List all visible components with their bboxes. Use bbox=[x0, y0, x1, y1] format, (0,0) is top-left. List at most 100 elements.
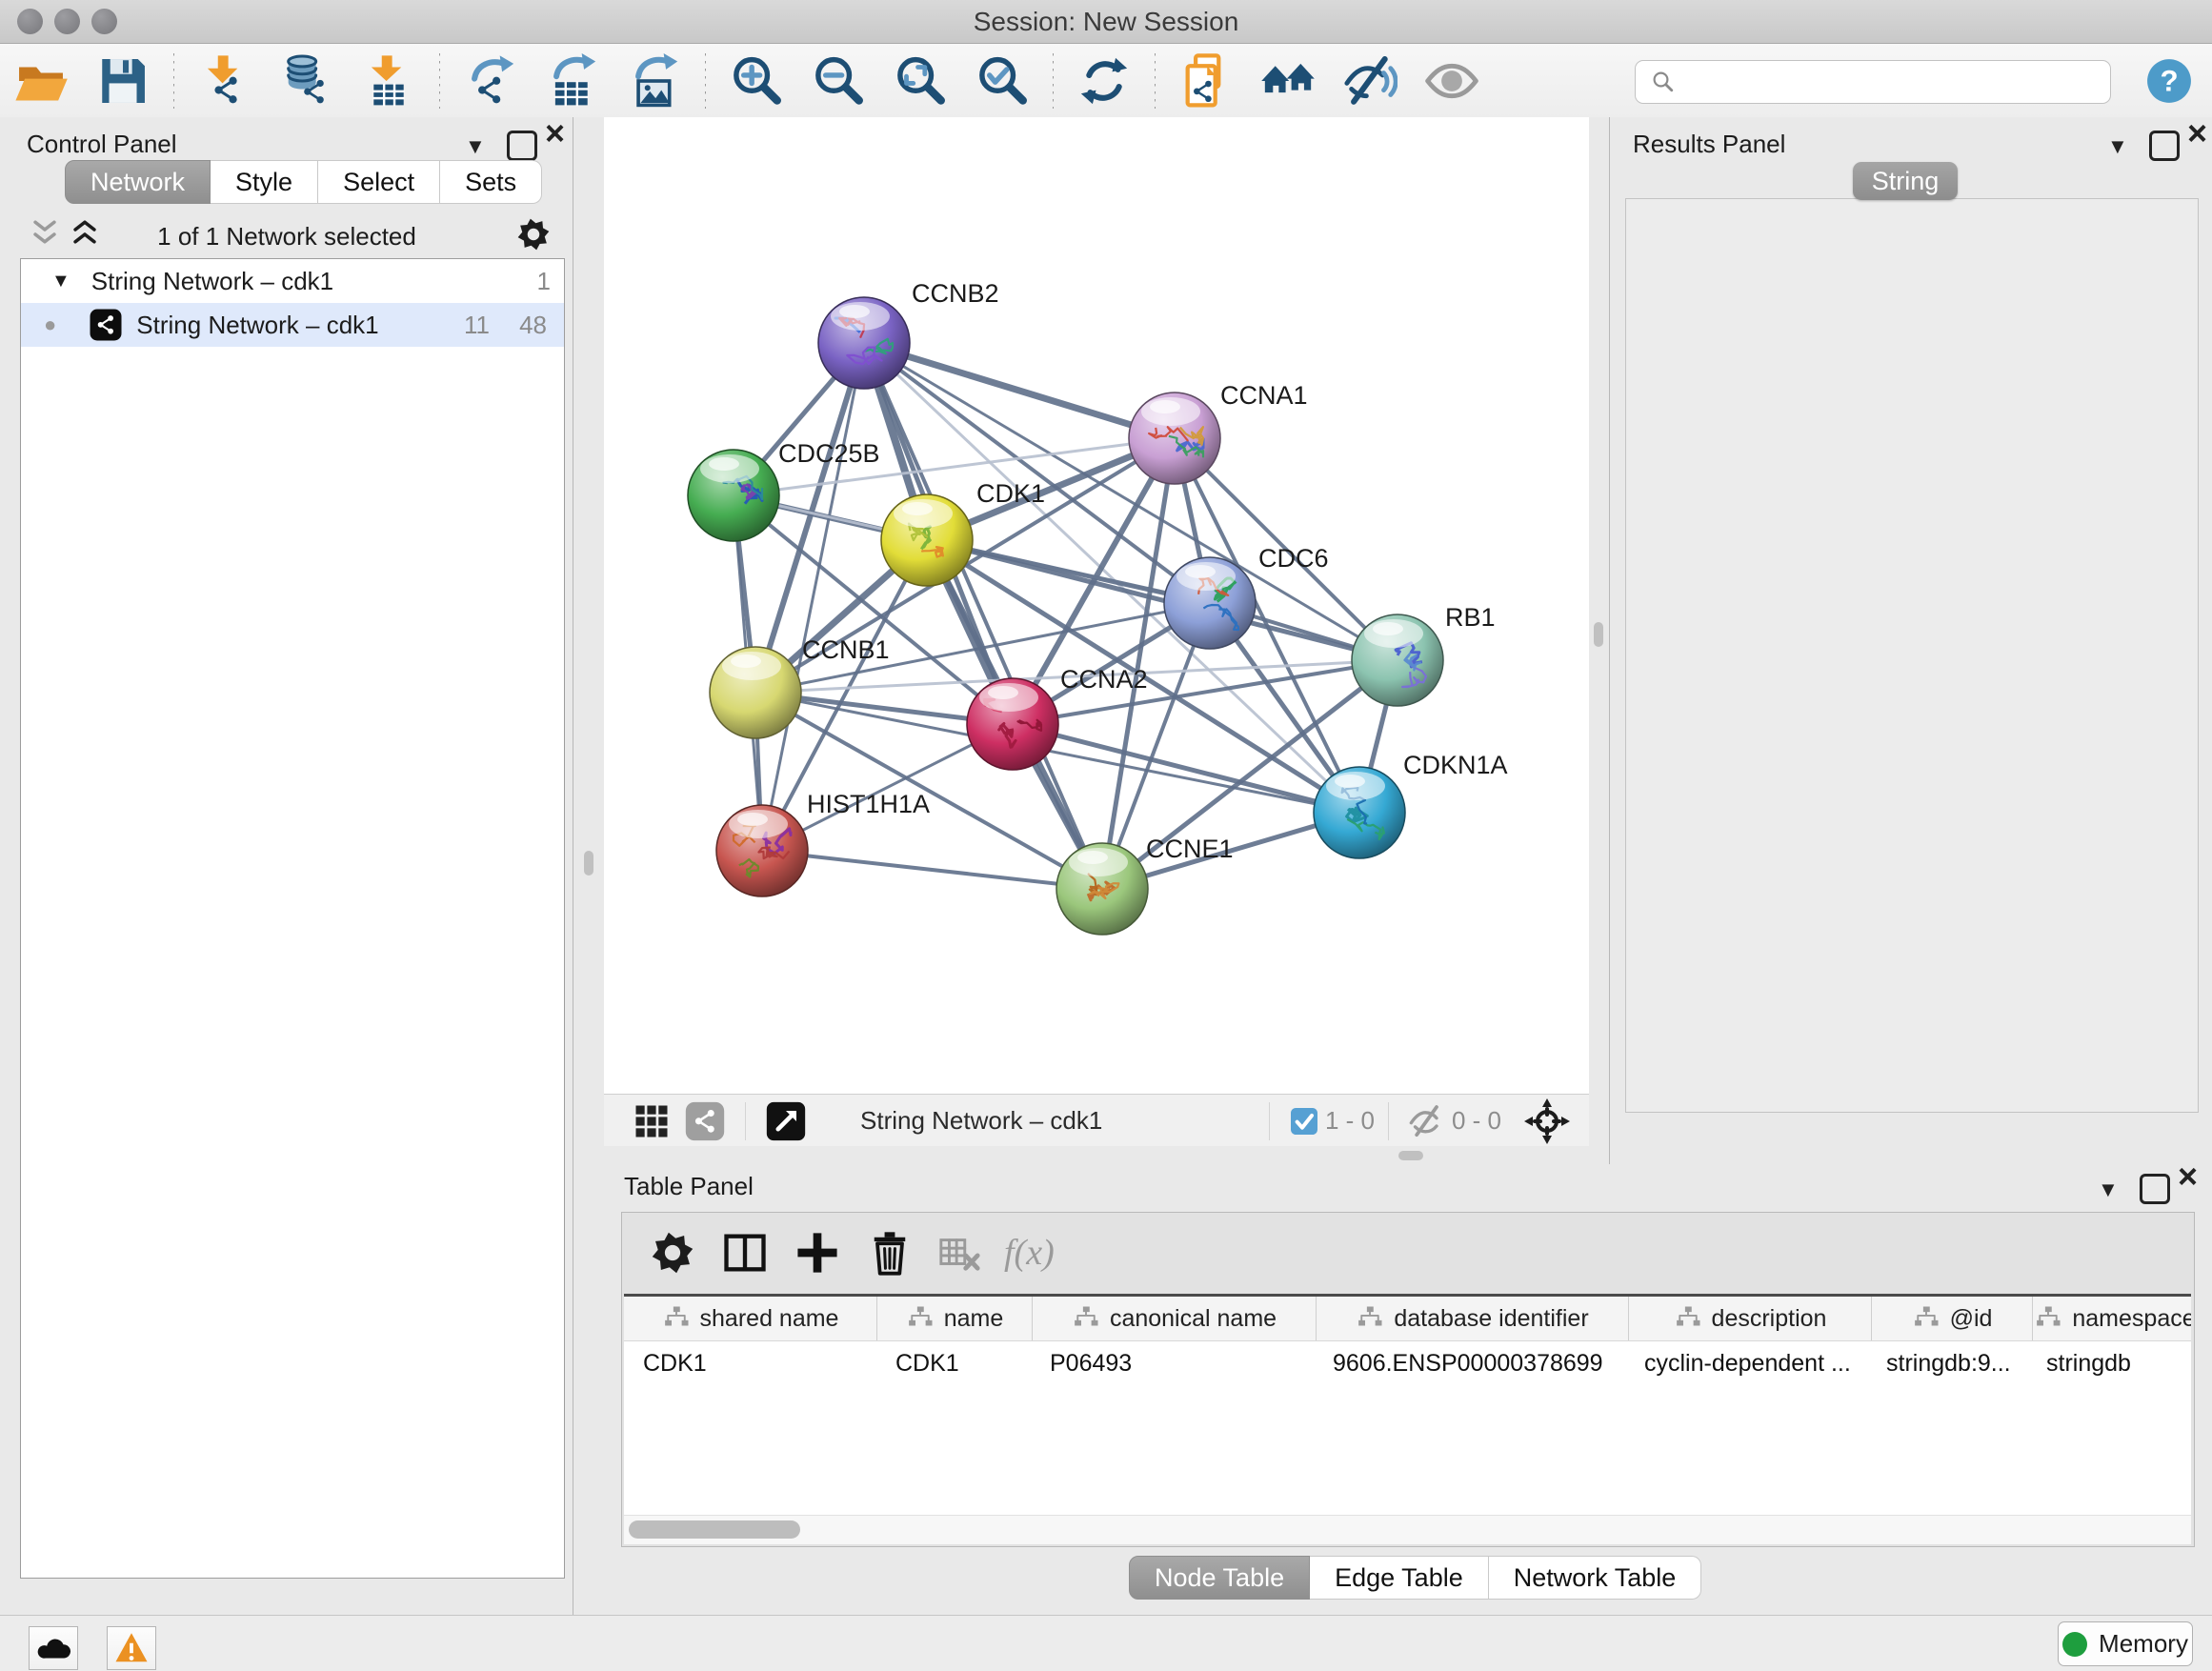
node-table: shared namenamecanonical namedatabase id… bbox=[624, 1294, 2191, 1518]
network-overview-icon[interactable] bbox=[684, 1100, 726, 1142]
hierarchy-icon bbox=[1072, 1304, 1100, 1333]
help-icon[interactable]: ? bbox=[2145, 57, 2193, 105]
tab-network[interactable]: Network bbox=[65, 160, 211, 204]
edge-CCNB2-HIST1H1A[interactable] bbox=[762, 343, 864, 851]
cell-database-identifier[interactable]: 9606.ENSP00000378699 bbox=[1314, 1341, 1625, 1385]
string-glass-ball-icon[interactable] bbox=[1424, 53, 1479, 109]
column-header-@id[interactable]: @id bbox=[1872, 1297, 2033, 1340]
export-table-icon[interactable] bbox=[545, 53, 600, 109]
node-RB1[interactable]: RB1 bbox=[1352, 603, 1496, 706]
edge-CCNB2-CCNA1[interactable] bbox=[864, 343, 1175, 438]
network-collection-row[interactable]: ▼ String Network – cdk1 1 bbox=[21, 259, 564, 303]
warning-icon bbox=[114, 1631, 149, 1665]
tab-edge-table[interactable]: Edge Table bbox=[1310, 1556, 1489, 1600]
tab-select[interactable]: Select bbox=[318, 160, 440, 204]
node-CCNB2[interactable]: CCNB2 bbox=[818, 279, 999, 389]
network-row[interactable]: ● String Network – cdk1 11 48 bbox=[21, 303, 564, 347]
scrollbar-thumb[interactable] bbox=[629, 1520, 800, 1539]
node-CCNA1[interactable]: CCNA1 bbox=[1129, 381, 1308, 484]
column-header-name[interactable]: name bbox=[877, 1297, 1033, 1340]
show-columns-icon[interactable] bbox=[720, 1228, 770, 1278]
tab-node-table[interactable]: Node Table bbox=[1129, 1556, 1310, 1600]
fit-content-crosshair-icon[interactable] bbox=[1524, 1098, 1570, 1144]
string-hide-structures-icon[interactable] bbox=[1342, 53, 1398, 109]
zoom-out-icon[interactable] bbox=[811, 53, 866, 109]
birds-eye-view-icon[interactable] bbox=[631, 1100, 673, 1142]
results-panel-float-icon[interactable]: ▼ bbox=[2107, 131, 2128, 160]
search-input[interactable] bbox=[1685, 63, 2110, 101]
warnings-button[interactable] bbox=[107, 1626, 156, 1670]
table-panel-float-icon[interactable]: ▼ bbox=[2098, 1174, 2119, 1203]
cell-namespace[interactable]: stringdb bbox=[2027, 1341, 2191, 1385]
divider bbox=[1388, 1102, 1389, 1140]
edge-count: 48 bbox=[519, 311, 547, 340]
tab-style[interactable]: Style bbox=[211, 160, 318, 204]
open-folder-icon[interactable] bbox=[13, 53, 69, 109]
control-panel-float-icon[interactable]: ▼ bbox=[465, 131, 486, 160]
tab-sets[interactable]: Sets bbox=[440, 160, 542, 204]
results-panel-maximize-icon[interactable] bbox=[2149, 131, 2180, 168]
import-network-database-icon[interactable] bbox=[279, 53, 334, 109]
tab-string[interactable]: String bbox=[1853, 162, 1958, 200]
edge-HIST1H1A-CCNE1[interactable] bbox=[762, 851, 1102, 889]
network-canvas[interactable]: CCNB2 CCNA1 CDC25B CDK1 CDC6 bbox=[604, 117, 1589, 1094]
column-header-namespace[interactable]: namespace bbox=[2033, 1297, 2191, 1340]
zoom-in-icon[interactable] bbox=[729, 53, 784, 109]
search-box[interactable] bbox=[1635, 60, 2111, 104]
network-selected-status: 1 of 1 Network selected bbox=[0, 222, 573, 252]
refresh-icon[interactable] bbox=[1076, 53, 1132, 109]
add-column-icon[interactable] bbox=[793, 1228, 842, 1278]
string-network-graph[interactable]: CCNB2 CCNA1 CDC25B CDK1 CDC6 bbox=[604, 117, 1589, 1094]
column-header-shared-name[interactable]: shared name bbox=[624, 1297, 877, 1340]
node-label-HIST1H1A: HIST1H1A bbox=[807, 790, 930, 818]
export-network-icon[interactable] bbox=[463, 53, 518, 109]
control-panel: Control Panel ▼ × NetworkStyleSelectSets… bbox=[0, 117, 573, 1615]
save-session-icon[interactable] bbox=[95, 53, 151, 109]
cell-description[interactable]: cyclin-dependent ... bbox=[1625, 1341, 1867, 1385]
column-header-canonical-name[interactable]: canonical name bbox=[1033, 1297, 1317, 1340]
string-home-icon[interactable] bbox=[1260, 53, 1316, 109]
control-panel-close-icon[interactable]: × bbox=[545, 121, 565, 151]
gear-icon[interactable] bbox=[514, 215, 553, 253]
network-status-dot-icon: ● bbox=[44, 312, 56, 337]
tab-network-table[interactable]: Network Table bbox=[1489, 1556, 1702, 1600]
column-header-description[interactable]: description bbox=[1629, 1297, 1872, 1340]
string-import-icon[interactable] bbox=[1178, 53, 1234, 109]
hidden-eye-icon[interactable] bbox=[1408, 1102, 1446, 1140]
node-CDKN1A[interactable]: CDKN1A bbox=[1314, 751, 1508, 858]
delete-table-icon[interactable] bbox=[937, 1231, 981, 1275]
function-builder-icon[interactable]: f(x) bbox=[1004, 1232, 1055, 1274]
table-panel-title: Table Panel bbox=[624, 1172, 754, 1201]
node-CCNE1[interactable]: CCNE1 bbox=[1056, 835, 1234, 935]
memory-button[interactable]: Memory bbox=[2058, 1621, 2193, 1666]
export-image-icon[interactable] bbox=[627, 53, 682, 109]
hierarchy-icon bbox=[906, 1304, 935, 1333]
network-view-title: String Network – cdk1 bbox=[860, 1106, 1102, 1136]
results-panel-close-icon[interactable]: × bbox=[2187, 121, 2207, 151]
import-network-icon[interactable] bbox=[197, 53, 252, 109]
cell-name[interactable]: CDK1 bbox=[876, 1341, 1031, 1385]
selected-counts: 1 - 0 bbox=[1325, 1106, 1375, 1136]
zoom-fit-icon[interactable] bbox=[893, 53, 948, 109]
cell-canonical-name[interactable]: P06493 bbox=[1031, 1341, 1314, 1385]
node-label-CCNB2: CCNB2 bbox=[912, 279, 999, 308]
node-label-CDC6: CDC6 bbox=[1258, 544, 1329, 573]
table-horizontal-scrollbar[interactable] bbox=[624, 1515, 2191, 1544]
zoom-selected-icon[interactable] bbox=[975, 53, 1030, 109]
selected-checkbox-icon[interactable] bbox=[1289, 1106, 1319, 1137]
table-options-gear-icon[interactable] bbox=[648, 1228, 697, 1278]
import-table-icon[interactable] bbox=[361, 53, 416, 109]
detach-view-icon[interactable] bbox=[765, 1100, 807, 1142]
column-header-database-identifier[interactable]: database identifier bbox=[1317, 1297, 1629, 1340]
table-row[interactable]: CDK1CDK1P064939606.ENSP00000378699cyclin… bbox=[624, 1341, 2191, 1385]
table-panel-maximize-icon[interactable] bbox=[2140, 1174, 2170, 1211]
cell-shared-name[interactable]: CDK1 bbox=[624, 1341, 876, 1385]
node-HIST1H1A[interactable]: HIST1H1A bbox=[716, 790, 930, 896]
table-panel-close-icon[interactable]: × bbox=[2178, 1164, 2198, 1195]
vertical-splitter-left[interactable] bbox=[573, 117, 604, 1615]
cell-@id[interactable]: stringdb:9... bbox=[1867, 1341, 2027, 1385]
cloud-button[interactable] bbox=[29, 1626, 78, 1670]
delete-column-icon[interactable] bbox=[865, 1228, 915, 1278]
hidden-counts: 0 - 0 bbox=[1452, 1106, 1501, 1136]
expander-triangle-icon[interactable]: ▼ bbox=[51, 271, 70, 292]
